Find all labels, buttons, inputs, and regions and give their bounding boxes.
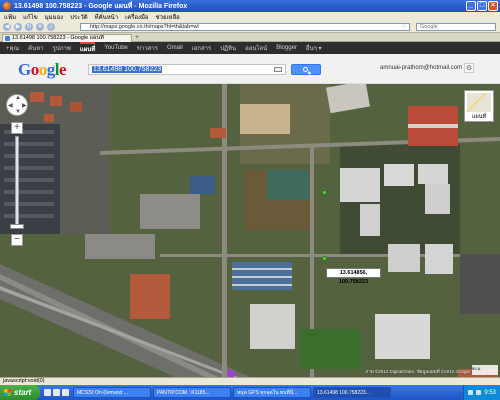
reload-icon[interactable]: ↻ xyxy=(25,22,33,31)
search-button[interactable] xyxy=(291,64,321,75)
menu-file[interactable]: แฟ้ม xyxy=(4,12,16,22)
menu-tools[interactable]: เครื่องมือ xyxy=(125,12,148,22)
close-button[interactable]: × xyxy=(488,1,498,11)
gbar-item-search[interactable]: ค้นหา xyxy=(28,43,43,53)
gbar-item-calendar[interactable]: ปฏิทิน xyxy=(220,43,236,53)
map-type-label: แผนที่ xyxy=(471,114,487,120)
navigation-toolbar: ◀ ▶ ↻ ✕ ⌂ http://maps.google.co.th/maps?… xyxy=(0,21,500,33)
quick-launch xyxy=(44,389,69,396)
new-tab-icon[interactable]: + xyxy=(135,34,139,41)
gbar-item-blogger[interactable]: Blogger xyxy=(276,45,297,51)
gbar-item-images[interactable]: รูปภาพ xyxy=(53,43,71,53)
gbar-item-more[interactable]: อื่นๆ ▾ xyxy=(306,43,322,53)
tab-strip: 13.61498 100.758223 - Google แผนที่ + xyxy=(0,33,500,42)
menu-help[interactable]: ช่วยเหลือ xyxy=(156,12,180,22)
taskbar-item[interactable]: MCS32 On-Demand ... xyxy=(73,387,151,398)
google-nav-bar: +คุณ ค้นหา รูปภาพ แผนที่ YouTube ข่าวสาร… xyxy=(0,42,500,54)
taskbar-item-active[interactable]: 13.61498 100.758223... xyxy=(313,387,391,398)
pan-down-icon[interactable]: ▼ xyxy=(15,109,21,115)
tab-label: 13.61498 100.758223 - Google แผนที่ xyxy=(12,35,104,41)
quick-launch-icon[interactable] xyxy=(44,389,51,396)
pan-up-icon[interactable]: ▲ xyxy=(15,95,21,101)
zoom-out-button[interactable]: − xyxy=(11,234,23,246)
map-thumbnail xyxy=(467,93,491,112)
google-header: Google 13.61498 100.758223 amnuai-pratho… xyxy=(0,54,500,84)
url-bar[interactable]: http://maps.google.co.th/maps?hl=th&tab=… xyxy=(80,23,410,31)
map-copyright: ภาพ ©2012 DigitalGlobe, ข้อมูลแผนที่ ©20… xyxy=(365,369,470,374)
gbar-item-docs[interactable]: เอกสาร xyxy=(192,43,212,53)
search-icon xyxy=(303,67,308,72)
search-value: 13.61498 100.758223 xyxy=(92,66,163,73)
start-button[interactable]: start xyxy=(0,385,40,400)
browser-tab[interactable]: 13.61498 100.758223 - Google แผนที่ xyxy=(2,34,132,42)
quick-launch-icon[interactable] xyxy=(53,389,60,396)
system-tray: 9:53 xyxy=(463,385,500,400)
stop-icon[interactable]: ✕ xyxy=(36,22,44,31)
zoom-slider-thumb[interactable] xyxy=(10,224,24,229)
account-email[interactable]: amnuai-prathom@hotmail.com xyxy=(380,65,462,71)
firefox-icon xyxy=(3,2,11,10)
coordinate-label[interactable]: 13.614856, 100.758223 xyxy=(326,268,381,285)
back-icon[interactable]: ◀ xyxy=(3,22,11,31)
windows-logo-icon xyxy=(4,389,11,396)
gear-icon[interactable]: ⚙ xyxy=(464,63,474,73)
menu-view[interactable]: มุมมอง xyxy=(45,12,63,22)
tray-icon[interactable] xyxy=(476,390,482,395)
menu-edit[interactable]: แก้ไข xyxy=(23,12,38,22)
window-title-bar[interactable]: 13.61498 100.758223 - Google แผนที่ - Mo… xyxy=(0,0,500,12)
gbar-item-online[interactable]: ออนไลน์ xyxy=(245,43,267,53)
gbar-item-gmail[interactable]: Gmail xyxy=(167,45,183,51)
menu-bar: แฟ้ม แก้ไข มุมมอง ประวัติ ที่คั่นหน้า เค… xyxy=(0,12,500,21)
forward-icon[interactable]: ▶ xyxy=(14,22,22,31)
start-label: start xyxy=(14,388,32,397)
clock[interactable]: 9:53 xyxy=(484,390,496,396)
google-logo[interactable]: Google xyxy=(18,60,67,80)
windows-taskbar: start MCS32 On-Demand ... PANTIP.COM : K… xyxy=(0,385,500,400)
menu-bookmarks[interactable]: ที่คั่นหน้า xyxy=(95,12,119,22)
gbar-item-plus[interactable]: +คุณ xyxy=(6,43,19,53)
url-text: http://maps.google.co.th/maps?hl=th&tab=… xyxy=(90,24,199,30)
pan-control[interactable]: ▲ ◀ ▶ ▼ xyxy=(6,94,28,116)
gbar-item-maps[interactable]: แผนที่ xyxy=(79,42,96,54)
home-icon[interactable]: ⌂ xyxy=(47,22,55,31)
map-scale: 50 ม. xyxy=(472,365,498,375)
taskbar-item[interactable]: PANTIP.COM : K1185... xyxy=(153,387,231,398)
browser-search-input[interactable]: Google xyxy=(416,23,496,31)
satellite-map[interactable]: ▲ ◀ ▶ ▼ + − แผนที่ 13.614856, 100.758223… xyxy=(0,84,500,377)
maximize-button[interactable]: □ xyxy=(477,1,487,11)
pan-right-icon[interactable]: ▶ xyxy=(22,102,27,109)
gbar-item-youtube[interactable]: YouTube xyxy=(104,45,128,51)
zoom-slider-track[interactable] xyxy=(15,136,19,228)
bookmark-star-icon[interactable]: ☆ xyxy=(402,24,407,31)
zoom-in-button[interactable]: + xyxy=(11,122,23,134)
gbar-item-news[interactable]: ข่าวสาร xyxy=(137,43,158,53)
quick-launch-icon[interactable] xyxy=(62,389,69,396)
google-favicon-icon xyxy=(5,36,10,41)
map-imagery xyxy=(0,84,500,377)
map-zoom-control: ▲ ◀ ▶ ▼ + − xyxy=(6,94,28,246)
tray-icon[interactable] xyxy=(468,390,474,395)
pan-left-icon[interactable]: ◀ xyxy=(8,102,13,109)
window-title: 13.61498 100.758223 - Google แผนที่ - Mo… xyxy=(14,2,188,10)
taskbar-item[interactable]: หมุด GPS ทุกจุดใน พบที่นี่... xyxy=(233,387,311,398)
map-pin-icon[interactable] xyxy=(322,190,327,199)
status-bar: javascript:void(0) xyxy=(0,377,500,385)
minimize-button[interactable]: _ xyxy=(466,1,476,11)
map-type-toggle[interactable]: แผนที่ xyxy=(464,90,494,122)
window-controls: _ □ × xyxy=(466,1,498,11)
menu-history[interactable]: ประวัติ xyxy=(70,12,88,22)
keyboard-icon[interactable] xyxy=(274,67,282,72)
maps-search-input[interactable]: 13.61498 100.758223 xyxy=(88,64,286,75)
map-pin-icon[interactable] xyxy=(322,256,327,265)
